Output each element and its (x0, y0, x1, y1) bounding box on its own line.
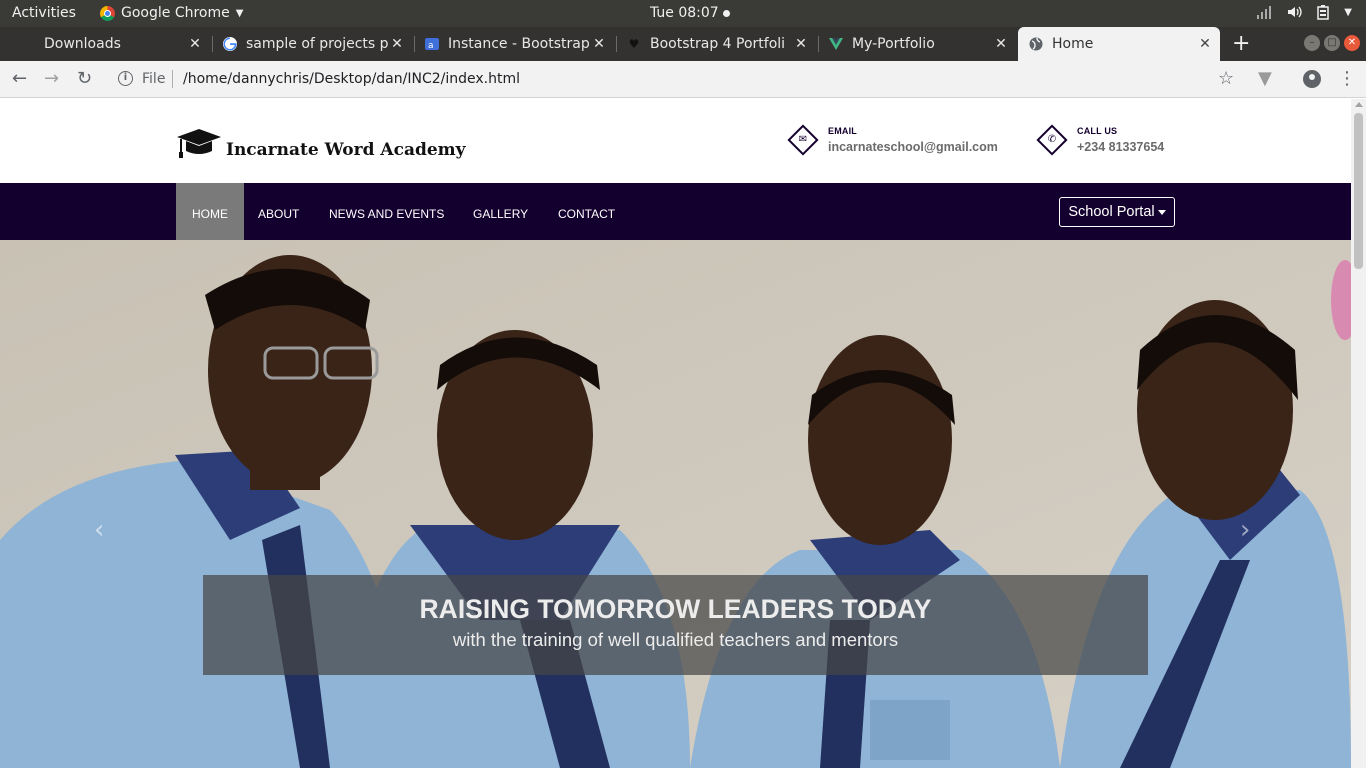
scroll-up-icon[interactable] (1355, 102, 1363, 107)
phone-value: +234 81337654 (1077, 140, 1165, 154)
page-scrollbar[interactable] (1351, 99, 1366, 768)
close-icon[interactable]: ✕ (792, 36, 810, 52)
page-viewport: Incarnate Word Academy ✉ EMAIL incarnate… (0, 99, 1351, 768)
tab-title: sample of projects p (246, 36, 388, 52)
new-tab-button[interactable]: + (1232, 31, 1250, 56)
tab-my-portfolio[interactable]: My-Portfolio ✕ (818, 27, 1016, 61)
app-menu-label: Google Chrome (121, 5, 230, 21)
google-icon (222, 36, 238, 52)
chevron-down-icon: ▼ (235, 7, 244, 19)
nav-home[interactable]: HOME (176, 183, 244, 240)
carousel-prev-icon[interactable]: ‹ (94, 515, 104, 545)
close-icon[interactable]: ✕ (388, 36, 406, 52)
system-tray[interactable]: ▼ (1256, 4, 1352, 20)
tab-bootstrap-portfolio[interactable]: ♥ Bootstrap 4 Portfoli ✕ (616, 27, 816, 61)
tab-title: Instance - Bootstrap (448, 36, 590, 52)
app-menu[interactable]: Google Chrome ▼ (100, 5, 243, 21)
network-icon (1257, 6, 1272, 19)
phone-contact[interactable]: ✆ CALL US +234 81337654 (1035, 124, 1165, 156)
close-icon[interactable]: ✕ (1196, 36, 1214, 52)
vue-icon (828, 36, 844, 52)
tab-title: Downloads (44, 36, 121, 52)
brand[interactable]: Incarnate Word Academy (176, 127, 466, 161)
nav-gallery[interactable]: GALLERY (457, 183, 544, 240)
nav-contact[interactable]: CONTACT (542, 183, 631, 240)
caret-down-icon (1157, 209, 1166, 215)
tab-title: Bootstrap 4 Portfoli (650, 36, 786, 52)
divider (172, 70, 173, 88)
phone-label: CALL US (1077, 126, 1118, 136)
battery-icon (1317, 5, 1330, 20)
tab-home[interactable]: Home ✕ (1018, 27, 1220, 61)
volume-icon (1288, 6, 1302, 18)
email-contact[interactable]: ✉ EMAIL incarnateschool@gmail.com (786, 124, 998, 156)
forward-arrow-icon[interactable]: → (44, 68, 59, 89)
hero-caption: RAISING TOMORROW LEADERS TODAY with the … (203, 575, 1148, 675)
close-icon[interactable]: ✕ (186, 36, 204, 52)
window-controls: – □ ✕ (1304, 35, 1360, 51)
info-icon[interactable]: i (118, 71, 133, 86)
clock-label: Tue 08:07 (650, 5, 719, 21)
email-icon-frame: ✉ (787, 124, 819, 156)
reload-icon[interactable]: ↻ (77, 68, 92, 89)
window-close-icon[interactable]: ✕ (1344, 35, 1360, 51)
globe-icon (1028, 36, 1044, 52)
nav-about[interactable]: ABOUT (242, 183, 315, 240)
tab-instance-bootstrap[interactable]: a Instance - Bootstrap ✕ (414, 27, 614, 61)
hero-title: RAISING TOMORROW LEADERS TODAY (419, 594, 932, 624)
tab-sample-projects[interactable]: sample of projects p ✕ (212, 27, 412, 61)
back-arrow-icon[interactable]: ← (12, 68, 27, 89)
clock[interactable]: Tue 08:07 (650, 5, 730, 21)
maximize-icon[interactable]: □ (1324, 35, 1340, 51)
hero-subtitle: with the training of well qualified teac… (452, 629, 899, 650)
extension-icon[interactable]: ▼ (1258, 68, 1272, 89)
tab-downloads[interactable]: Downloads ✕ (0, 27, 210, 61)
activities-button[interactable]: Activities (12, 5, 76, 21)
chevron-down-icon: ▼ (1344, 6, 1352, 18)
url-input[interactable]: /home/dannychris/Desktop/dan/INC2/index.… (183, 71, 520, 87)
graduation-cap-icon (177, 129, 221, 158)
bootstrap-icon: a (424, 36, 440, 52)
bookmark-star-icon[interactable]: ☆ (1218, 68, 1234, 89)
school-portal-label: School Portal (1068, 204, 1155, 220)
tab-title: My-Portfolio (852, 36, 935, 52)
menu-dots-icon[interactable]: ⋮ (1338, 68, 1356, 89)
hero-photo (0, 240, 1351, 768)
notification-dot-icon (722, 9, 730, 17)
system-top-bar: Activities Google Chrome ▼ Tue 08:07 ▼ (0, 0, 1366, 27)
scrollbar-thumb[interactable] (1354, 113, 1363, 269)
school-portal-button[interactable]: School Portal (1059, 197, 1175, 227)
carousel-next-icon[interactable]: › (1240, 515, 1250, 545)
browser-toolbar: ← → ↻ i File /home/dannychris/Desktop/da… (0, 61, 1366, 98)
email-value: incarnateschool@gmail.com (828, 140, 998, 154)
scheme-label: File (142, 71, 166, 87)
svg-text:a: a (428, 41, 434, 51)
phone-icon: ✆ (1047, 134, 1057, 145)
profile-avatar-icon[interactable] (1303, 70, 1321, 88)
hero-carousel: ‹ › RAISING TOMORROW LEADERS TODAY with … (0, 240, 1351, 768)
close-icon[interactable]: ✕ (590, 36, 608, 52)
minimize-icon[interactable]: – (1304, 35, 1320, 51)
site-header: Incarnate Word Academy ✉ EMAIL incarnate… (0, 99, 1351, 183)
close-icon[interactable]: ✕ (992, 36, 1010, 52)
tab-title: Home (1052, 36, 1094, 52)
heart-icon: ♥ (628, 37, 640, 51)
phone-icon-frame: ✆ (1036, 124, 1068, 156)
main-nav: HOME ABOUT NEWS AND EVENTS GALLERY CONTA… (0, 183, 1351, 240)
chrome-icon (100, 5, 115, 21)
brand-name: Incarnate Word Academy (226, 140, 466, 160)
nav-news-and-events[interactable]: NEWS AND EVENTS (313, 183, 460, 240)
envelope-icon: ✉ (798, 134, 808, 145)
tab-strip: Downloads ✕ sample of projects p ✕ a Ins… (0, 27, 1366, 61)
email-label: EMAIL (828, 126, 857, 136)
